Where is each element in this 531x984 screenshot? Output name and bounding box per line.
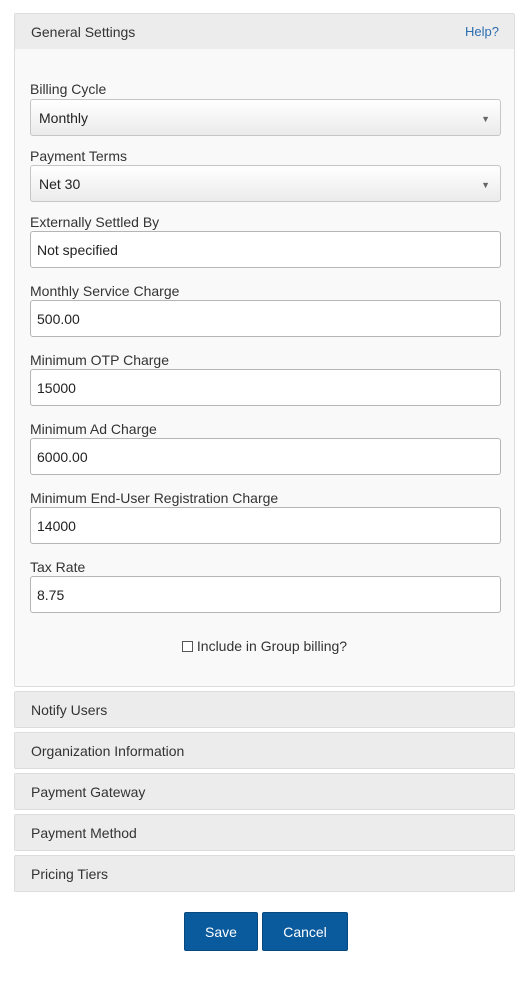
billing-cycle-label: Billing Cycle <box>30 81 107 97</box>
general-settings-title: General Settings <box>31 23 136 40</box>
monthly-service-input[interactable] <box>30 300 501 337</box>
pricing-tiers-header[interactable]: Pricing Tiers <box>15 856 514 891</box>
min-otp-label: Minimum OTP Charge <box>30 352 170 368</box>
group-billing-label[interactable]: Include in Group billing? <box>197 638 347 654</box>
payment-method-header[interactable]: Payment Method <box>15 815 514 850</box>
general-settings-header[interactable]: General Settings Help? <box>15 14 514 49</box>
save-button[interactable]: Save <box>184 912 258 951</box>
group-billing-checkbox[interactable] <box>181 640 193 652</box>
general-settings-body: Billing Cycle Monthly ▼ Payment Terms Ne… <box>15 49 514 684</box>
group-billing-row: Include in Group billing? <box>15 638 514 654</box>
payment-gateway-title: Payment Gateway <box>31 783 146 800</box>
help-link[interactable]: Help? <box>465 24 499 39</box>
min-otp-input[interactable] <box>30 369 501 406</box>
notify-users-header[interactable]: Notify Users <box>15 692 514 727</box>
settled-by-input[interactable] <box>30 231 501 268</box>
payment-terms-value: Net 30 <box>39 175 81 192</box>
settled-by-label: Externally Settled By <box>30 214 160 230</box>
payment-terms-select[interactable]: Net 30 ▼ <box>30 165 501 202</box>
tax-rate-input[interactable] <box>30 576 501 613</box>
organization-information-header[interactable]: Organization Information <box>15 733 514 768</box>
cancel-button[interactable]: Cancel <box>262 912 348 951</box>
billing-cycle-value: Monthly <box>39 109 89 126</box>
tax-rate-label: Tax Rate <box>30 559 86 575</box>
payment-method-panel[interactable]: Payment Method <box>14 814 515 851</box>
min-ad-label: Minimum Ad Charge <box>30 421 157 437</box>
payment-gateway-panel[interactable]: Payment Gateway <box>14 773 515 810</box>
notify-users-panel[interactable]: Notify Users <box>14 691 515 728</box>
payment-gateway-header[interactable]: Payment Gateway <box>15 774 514 809</box>
min-registration-label: Minimum End-User Registration Charge <box>30 490 279 506</box>
monthly-service-label: Monthly Service Charge <box>30 283 180 299</box>
chevron-down-icon: ▼ <box>481 180 490 190</box>
billing-cycle-select[interactable]: Monthly ▼ <box>30 99 501 136</box>
pricing-tiers-panel[interactable]: Pricing Tiers <box>14 855 515 892</box>
organization-information-title: Organization Information <box>31 742 185 759</box>
notify-users-title: Notify Users <box>31 701 108 718</box>
payment-terms-label: Payment Terms <box>30 148 127 164</box>
general-settings-panel: General Settings Help? Billing Cycle Mon… <box>14 13 515 687</box>
pricing-tiers-title: Pricing Tiers <box>31 865 109 882</box>
chevron-down-icon: ▼ <box>481 114 490 124</box>
payment-method-title: Payment Method <box>31 824 137 841</box>
min-ad-input[interactable] <box>30 438 501 475</box>
min-registration-input[interactable] <box>30 507 501 544</box>
organization-information-panel[interactable]: Organization Information <box>14 732 515 769</box>
